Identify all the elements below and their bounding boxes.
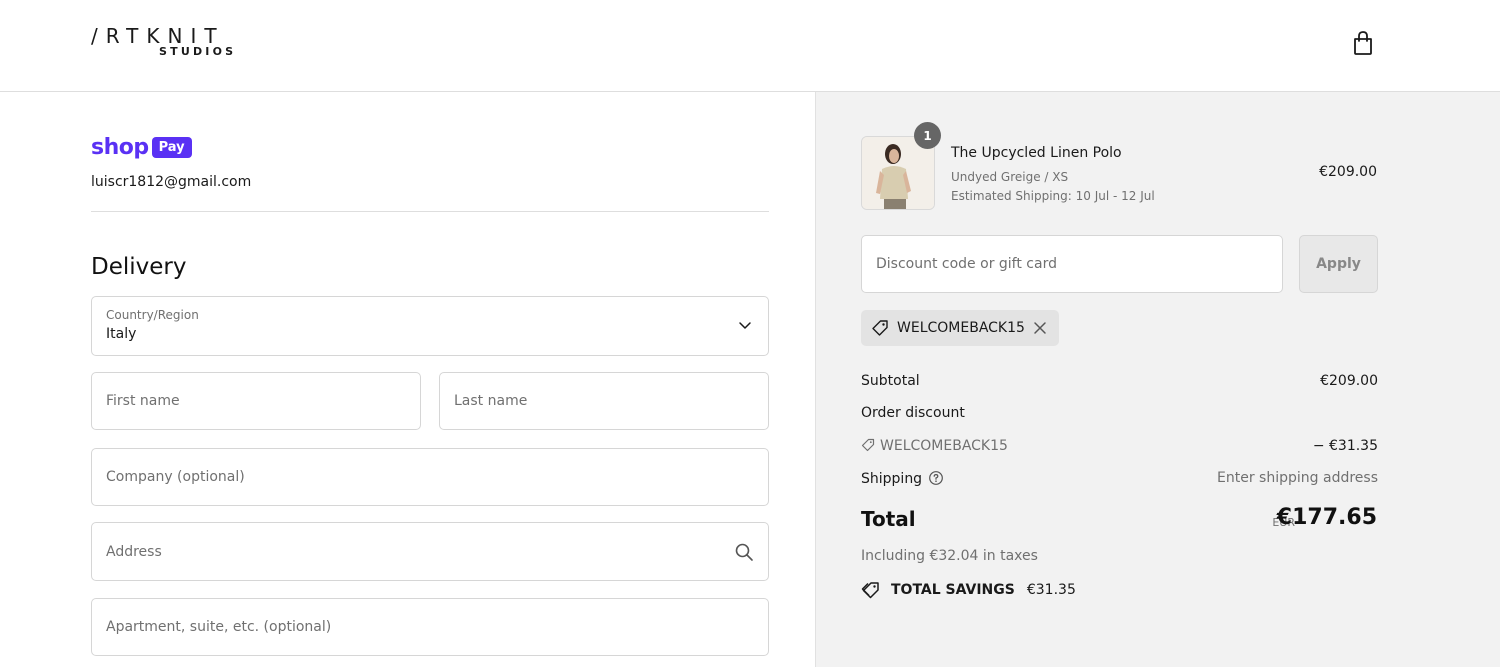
company-field[interactable] xyxy=(91,448,769,506)
product-shipping-estimate: Estimated Shipping: 10 Jul - 12 Jul xyxy=(951,189,1155,203)
taxes-note: Including €32.04 in taxes xyxy=(861,548,1038,564)
order-discount-label: Order discount xyxy=(861,405,965,421)
company-input[interactable] xyxy=(92,449,768,505)
product-price: €209.00 xyxy=(1319,164,1377,180)
first-name-field[interactable] xyxy=(91,372,421,430)
address-field[interactable] xyxy=(91,522,769,581)
shop-pay-logo[interactable]: shop Pay xyxy=(91,134,192,160)
country-select-label: Country/Region xyxy=(106,308,199,322)
shop-pay-wordmark: shop xyxy=(91,134,149,160)
search-icon xyxy=(735,543,753,561)
checkout-form-column: shop Pay luiscr1812@gmail.com Delivery C… xyxy=(0,92,815,667)
divider xyxy=(91,211,769,212)
remove-discount-icon[interactable] xyxy=(1033,321,1047,335)
subtotal-label: Subtotal xyxy=(861,373,920,389)
tag-icon xyxy=(872,320,888,336)
total-value: €177.65 xyxy=(1276,505,1377,530)
shopping-bag-icon[interactable] xyxy=(1351,30,1375,56)
delivery-heading: Delivery xyxy=(91,254,187,280)
applied-discount-code: WELCOMEBACK15 xyxy=(897,320,1025,336)
apartment-field[interactable] xyxy=(91,598,769,656)
header: /RTKNIT STUDIOS xyxy=(0,0,1500,92)
country-select[interactable]: Country/Region Italy xyxy=(91,296,769,356)
shop-pay-badge: Pay xyxy=(151,136,192,158)
apartment-input[interactable] xyxy=(92,599,768,655)
shipping-label: Shipping xyxy=(861,471,923,487)
quantity-badge: 1 xyxy=(914,122,941,149)
last-name-input[interactable] xyxy=(440,373,768,429)
country-select-value: Italy xyxy=(106,326,137,342)
first-name-input[interactable] xyxy=(92,373,420,429)
shipping-value: Enter shipping address xyxy=(1217,470,1378,486)
order-summary-column: 1 The Upcycled Linen Polo Undyed Greige … xyxy=(815,92,1500,667)
logo-sub-text: STUDIOS xyxy=(159,45,237,58)
discount-code-input[interactable] xyxy=(862,236,1282,292)
savings-value: €31.35 xyxy=(1026,582,1076,598)
product-name: The Upcycled Linen Polo xyxy=(951,145,1122,161)
discount-code-line: WELCOMEBACK15 xyxy=(861,438,1008,454)
discount-value: − €31.35 xyxy=(1312,438,1378,454)
applied-discount-chip: WELCOMEBACK15 xyxy=(861,310,1059,346)
help-icon[interactable] xyxy=(928,470,944,486)
shipping-line: Shipping xyxy=(861,470,944,487)
apply-discount-button[interactable]: Apply xyxy=(1299,235,1378,293)
tag-icon xyxy=(861,438,875,452)
address-input[interactable] xyxy=(92,523,768,580)
discount-field[interactable] xyxy=(861,235,1283,293)
product-variant: Undyed Greige / XS xyxy=(951,170,1069,184)
savings-tag-icon xyxy=(861,582,879,599)
savings-label: TOTAL SAVINGS xyxy=(891,582,1015,598)
chevron-down-icon xyxy=(739,322,751,329)
discount-code-text: WELCOMEBACK15 xyxy=(880,438,1008,454)
total-label: Total xyxy=(861,507,916,531)
total-savings: TOTAL SAVINGS €31.35 xyxy=(861,581,1076,599)
last-name-field[interactable] xyxy=(439,372,769,430)
subtotal-value: €209.00 xyxy=(1320,373,1378,389)
account-email: luiscr1812@gmail.com xyxy=(91,174,252,190)
brand-logo[interactable]: /RTKNIT STUDIOS xyxy=(91,24,241,64)
